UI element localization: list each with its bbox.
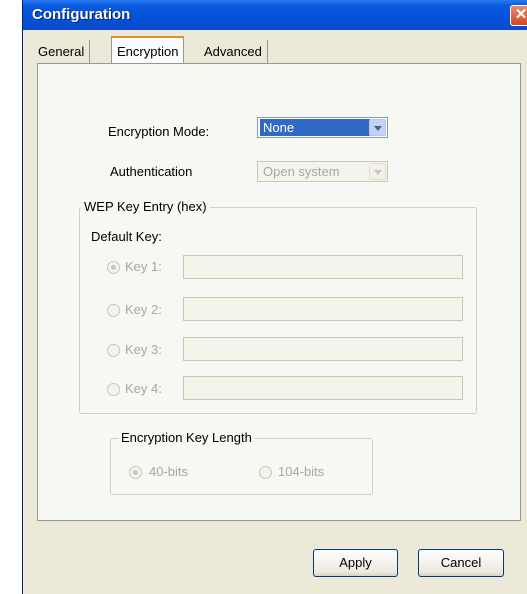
authentication-select[interactable]: Open system [257,161,388,182]
key-3-radio[interactable] [107,344,120,357]
key-4-label: Key 4: [125,381,162,396]
close-icon: ✕ [514,6,527,23]
default-key-label: Default Key: [91,229,162,244]
key-3-input[interactable] [183,337,463,361]
key-2-label: Key 2: [125,302,162,317]
key-length-title: Encryption Key Length [118,430,255,445]
key-2-input[interactable] [183,297,463,321]
key-1-input[interactable] [183,255,463,279]
key-length-40-label: 40-bits [149,464,189,479]
key-length-104-radio[interactable] [259,466,272,479]
key-1-label: Key 1: [125,259,162,274]
key-length-40-radio[interactable] [129,466,142,479]
title-bar[interactable]: Configuration ✕ [23,0,527,30]
window-title: Configuration [32,6,131,23]
key-2-radio[interactable] [107,304,120,317]
key-3-label: Key 3: [125,342,162,357]
key-4-radio[interactable] [107,383,120,396]
authentication-label: Authentication [110,164,193,179]
chevron-down-icon[interactable] [369,119,386,136]
wep-key-entry-group: WEP Key Entry (hex) Default Key: Key 1: … [79,199,477,414]
configuration-window: Configuration ✕ General Encryption Advan… [22,0,527,594]
tab-encryption[interactable]: Encryption [111,36,185,64]
tab-advanced[interactable]: Advanced [199,40,268,64]
key-length-group: Encryption Key Length 40-bits 104-bits [110,430,373,495]
cancel-button[interactable]: Cancel [418,549,504,577]
wep-key-entry-title: WEP Key Entry (hex) [81,199,210,214]
chevron-down-icon[interactable] [369,163,386,180]
encryption-mode-select[interactable]: None [257,117,388,138]
close-button[interactable]: ✕ [510,5,527,26]
key-4-input[interactable] [183,376,463,400]
encryption-panel: Encryption Mode: None Authentication Ope… [37,63,521,521]
key-1-radio[interactable] [107,261,120,274]
key-length-104-label: 104-bits [278,464,325,479]
authentication-value: Open system [263,164,340,179]
encryption-mode-value: None [260,119,370,136]
tab-general[interactable]: General [33,40,91,64]
encryption-mode-label: Encryption Mode: [108,124,210,139]
apply-button[interactable]: Apply [313,549,398,577]
